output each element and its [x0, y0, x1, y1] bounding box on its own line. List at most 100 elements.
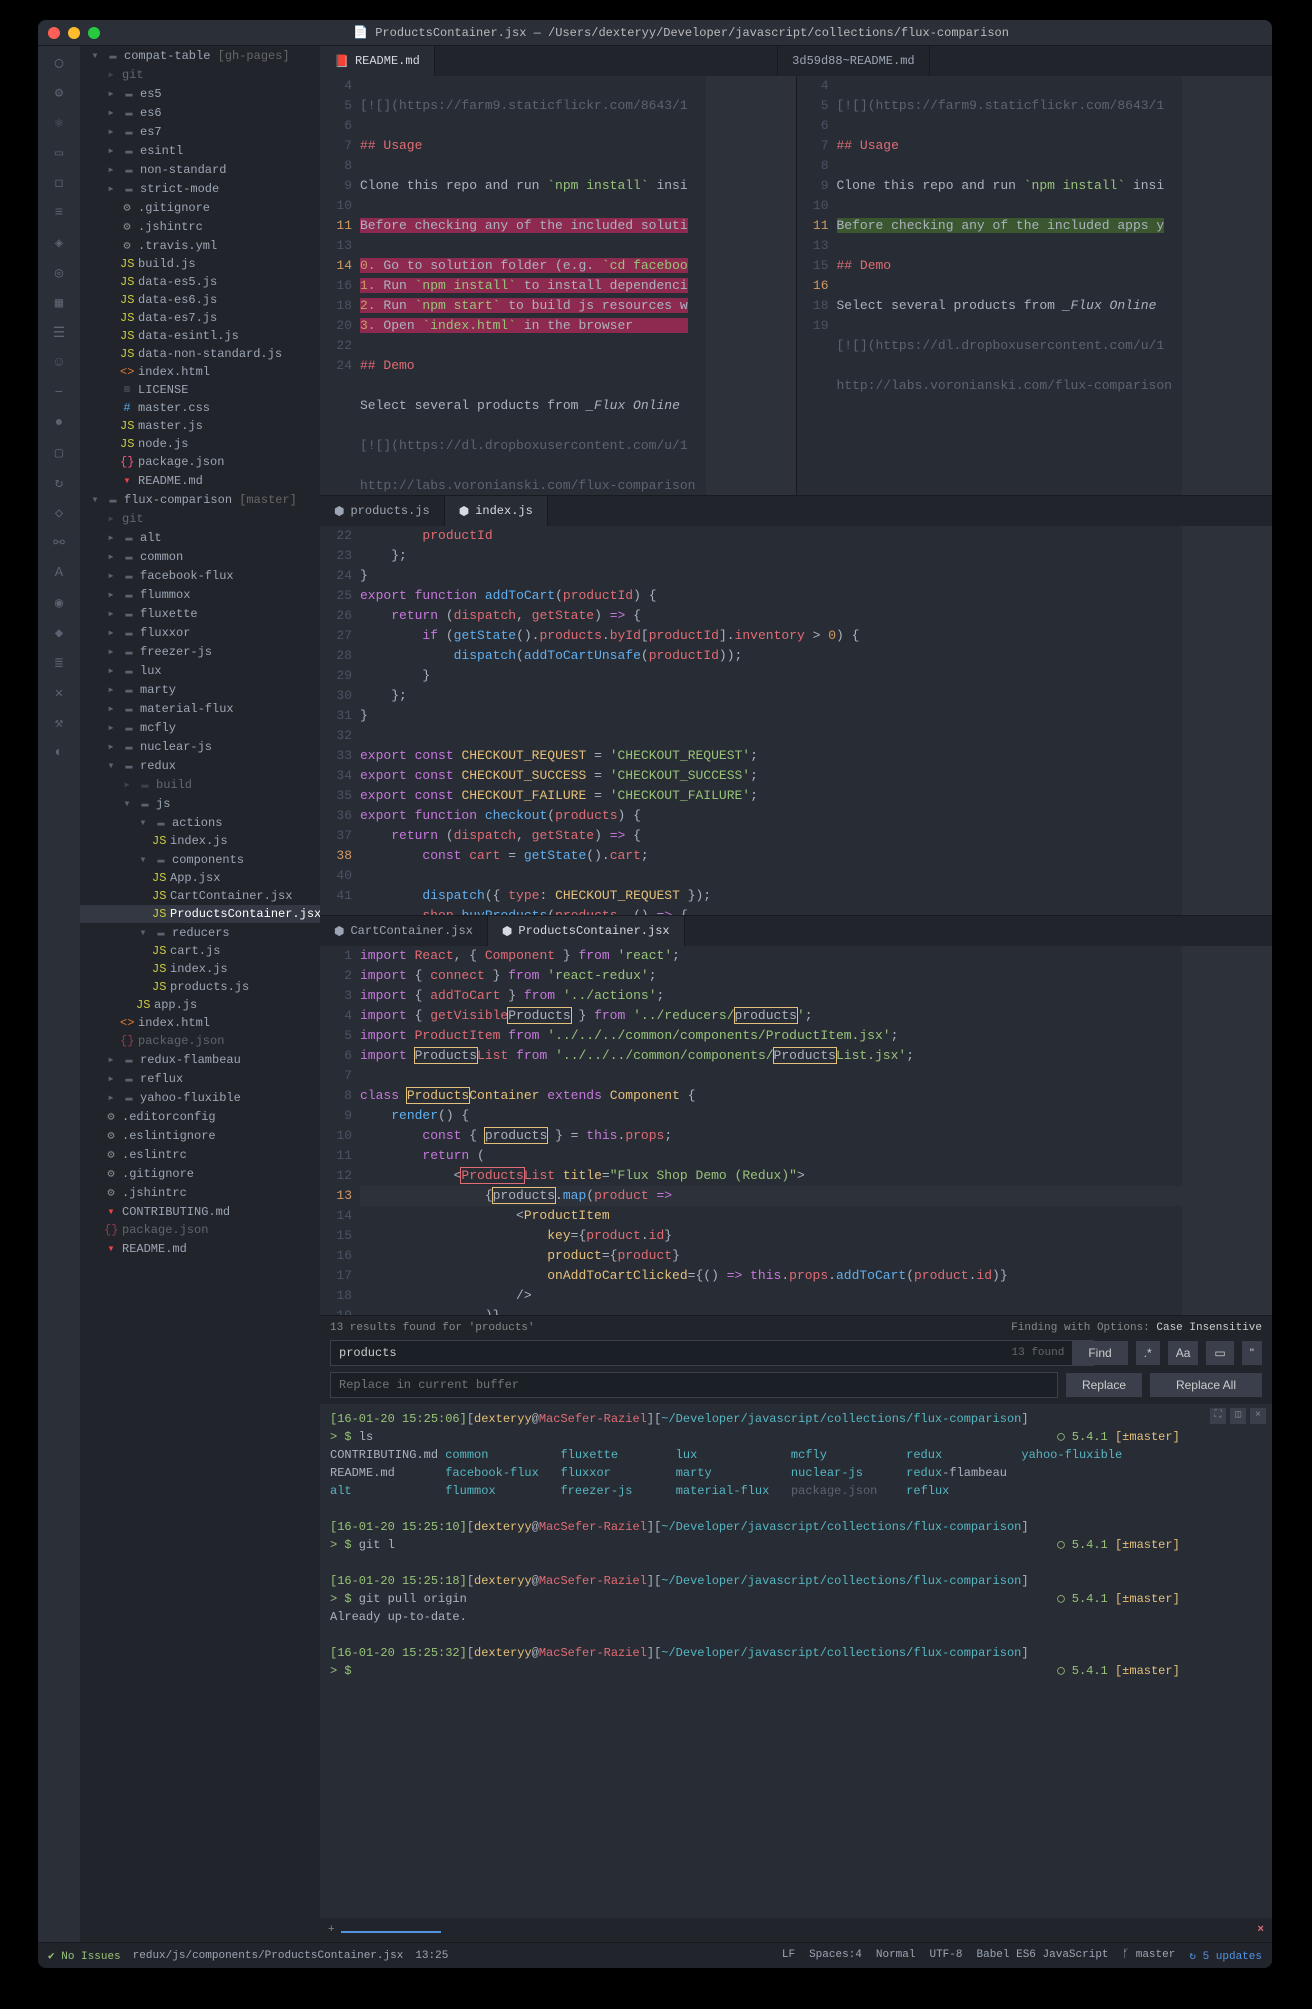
tree-item-es6[interactable]: ▸▬es6: [80, 103, 320, 122]
git-branch[interactable]: ᚶ master: [1123, 1949, 1176, 1963]
tree-item-app-jsx[interactable]: JSApp.jsx: [80, 869, 320, 887]
settings-icon[interactable]: ◐: [50, 744, 68, 762]
encoding[interactable]: UTF-8: [929, 1949, 962, 1963]
tree-item-products-js[interactable]: JSproducts.js: [80, 978, 320, 996]
word-toggle[interactable]: ": [1242, 1341, 1262, 1365]
tree-item-contributing-md[interactable]: ▾CONTRIBUTING.md: [80, 1202, 320, 1221]
terminal-close-icon[interactable]: ×: [1250, 1408, 1266, 1424]
tree-item-fluxette[interactable]: ▸▬fluxette: [80, 604, 320, 623]
indent-setting[interactable]: Spaces:4: [809, 1949, 862, 1963]
tree-item-actions[interactable]: ▾▬actions: [80, 813, 320, 832]
productscontainer-editor[interactable]: 1234567891011121314151617181920 import R…: [320, 946, 1272, 1315]
tree-item--eslintrc[interactable]: ⚙.eslintrc: [80, 1145, 320, 1164]
tree-item-license[interactable]: ≡LICENSE: [80, 381, 320, 399]
tree-item-git[interactable]: ▸git: [80, 65, 320, 84]
tree-item-es7[interactable]: ▸▬es7: [80, 122, 320, 141]
tree-item--jshintrc[interactable]: ⚙.jshintrc: [80, 1183, 320, 1202]
tree-item-git[interactable]: ▸git: [80, 509, 320, 528]
a-icon[interactable]: A: [50, 564, 68, 582]
tree-item-freezer-js[interactable]: ▸▬freezer-js: [80, 642, 320, 661]
tree-item-alt[interactable]: ▸▬alt: [80, 528, 320, 547]
line-ending[interactable]: LF: [782, 1949, 795, 1963]
tree-item-strict-mode[interactable]: ▸▬strict-mode: [80, 179, 320, 198]
case-toggle[interactable]: Aa: [1168, 1341, 1199, 1365]
tree-item-package-json[interactable]: {}package.json: [80, 453, 320, 471]
close-window-icon[interactable]: [48, 27, 60, 39]
tab-productscontainer[interactable]: ⬢ ProductsContainer.jsx: [488, 916, 685, 946]
bars-icon[interactable]: ≣: [50, 654, 68, 672]
tree-item-lux[interactable]: ▸▬lux: [80, 661, 320, 680]
minimap[interactable]: [1182, 946, 1272, 1315]
tree-item-master-css[interactable]: #master.css: [80, 399, 320, 417]
face-icon[interactable]: ☺: [50, 354, 68, 372]
drop-icon[interactable]: ◆: [50, 624, 68, 642]
selection-toggle[interactable]: ▭: [1206, 1341, 1233, 1365]
tree-item-node-js[interactable]: JSnode.js: [80, 435, 320, 453]
minimap[interactable]: [1182, 526, 1272, 915]
zoom-window-icon[interactable]: [88, 27, 100, 39]
minimize-window-icon[interactable]: [68, 27, 80, 39]
tree-item-data-es6-js[interactable]: JSdata-es6.js: [80, 291, 320, 309]
tree-item-data-es5-js[interactable]: JSdata-es5.js: [80, 273, 320, 291]
rows-icon[interactable]: ≡: [50, 204, 68, 222]
tree-item-data-non-standard-js[interactable]: JSdata-non-standard.js: [80, 345, 320, 363]
terminal-maximize-icon[interactable]: ⛶: [1210, 1408, 1226, 1424]
tab-readme[interactable]: 📕 README.md: [320, 46, 435, 76]
tree-item-package-json[interactable]: {}package.json: [80, 1221, 320, 1239]
list-icon[interactable]: ☰: [50, 324, 68, 342]
tree-item-index-js[interactable]: JSindex.js: [80, 832, 320, 850]
tree-item-fluxxor[interactable]: ▸▬fluxxor: [80, 623, 320, 642]
tree-item-non-standard[interactable]: ▸▬non-standard: [80, 160, 320, 179]
tree-item-package-json[interactable]: {}package.json: [80, 1032, 320, 1050]
tree-item-mcfly[interactable]: ▸▬mcfly: [80, 718, 320, 737]
tree-item-build[interactable]: ▸▬build: [80, 775, 320, 794]
readme-left-editor[interactable]: 4567891011 1314 16 18 20 22 24 [![](http…: [320, 76, 796, 495]
tree-item-index-html[interactable]: <>index.html: [80, 1014, 320, 1032]
tree-item-nuclear-js[interactable]: ▸▬nuclear-js: [80, 737, 320, 756]
tree-item--gitignore[interactable]: ⚙.gitignore: [80, 198, 320, 217]
tree-item-redux-flambeau[interactable]: ▸▬redux-flambeau: [80, 1050, 320, 1069]
terminal-add-tab[interactable]: +: [328, 1924, 335, 1936]
tag-icon[interactable]: ◇: [50, 504, 68, 522]
grid-icon[interactable]: ▦: [50, 294, 68, 312]
wrench-icon[interactable]: ✕: [50, 684, 68, 702]
dot-icon[interactable]: ●: [50, 414, 68, 432]
tree-item-es5[interactable]: ▸▬es5: [80, 84, 320, 103]
tree-item-app-js[interactable]: JSapp.js: [80, 996, 320, 1014]
tree-item-cart-js[interactable]: JScart.js: [80, 942, 320, 960]
find-button[interactable]: Find: [1072, 1341, 1127, 1365]
tree-item-reducers[interactable]: ▾▬reducers: [80, 923, 320, 942]
readme-right-editor[interactable]: 4567891011 13 1516 1819 [![](https://far…: [796, 76, 1273, 495]
eye-icon[interactable]: ◉: [50, 594, 68, 612]
camera-icon[interactable]: ◻: [50, 174, 68, 192]
people-icon[interactable]: ⚯: [50, 534, 68, 552]
tree-item-yahoo-fluxible[interactable]: ▸▬yahoo-fluxible: [80, 1088, 320, 1107]
tree-item--editorconfig[interactable]: ⚙.editorconfig: [80, 1107, 320, 1126]
gear-icon[interactable]: ⚙: [50, 84, 68, 102]
replace-input[interactable]: [330, 1372, 1058, 1398]
tab-index-js[interactable]: ⬢ index.js: [445, 496, 548, 526]
minus-icon[interactable]: −: [50, 384, 68, 402]
tree-item-readme-md[interactable]: ▾README.md: [80, 471, 320, 490]
terminal[interactable]: ⛶ ◫ × [16-01-20 15:25:06][dexteryy@MacSe…: [320, 1404, 1272, 1918]
tree-item-index-html[interactable]: <>index.html: [80, 363, 320, 381]
layers-icon[interactable]: ◈: [50, 234, 68, 252]
find-input[interactable]: [330, 1340, 1094, 1366]
tree-item-facebook-flux[interactable]: ▸▬facebook-flux: [80, 566, 320, 585]
folder-icon[interactable]: ▭: [50, 144, 68, 162]
terminal-close-tab[interactable]: ×: [1257, 1924, 1264, 1936]
tree-item-master-js[interactable]: JSmaster.js: [80, 417, 320, 435]
tab-readme-diff[interactable]: 3d59d88~README.md: [777, 46, 929, 76]
loop-icon[interactable]: ↻: [50, 474, 68, 492]
issues-status[interactable]: ✔ No Issues: [48, 1949, 121, 1963]
square-icon[interactable]: ▢: [50, 444, 68, 462]
tree-item-build-js[interactable]: JSbuild.js: [80, 255, 320, 273]
github-icon[interactable]: ◯: [50, 54, 68, 72]
tree-item-js[interactable]: ▾▬js: [80, 794, 320, 813]
tree-item--jshintrc[interactable]: ⚙.jshintrc: [80, 217, 320, 236]
tab-products-js[interactable]: ⬢ products.js: [320, 496, 445, 526]
tree-item-readme-md[interactable]: ▾README.md: [80, 1239, 320, 1258]
tree-item-index-js[interactable]: JSindex.js: [80, 960, 320, 978]
updates-available[interactable]: ↻ 5 updates: [1189, 1949, 1262, 1963]
tree-item--gitignore[interactable]: ⚙.gitignore: [80, 1164, 320, 1183]
